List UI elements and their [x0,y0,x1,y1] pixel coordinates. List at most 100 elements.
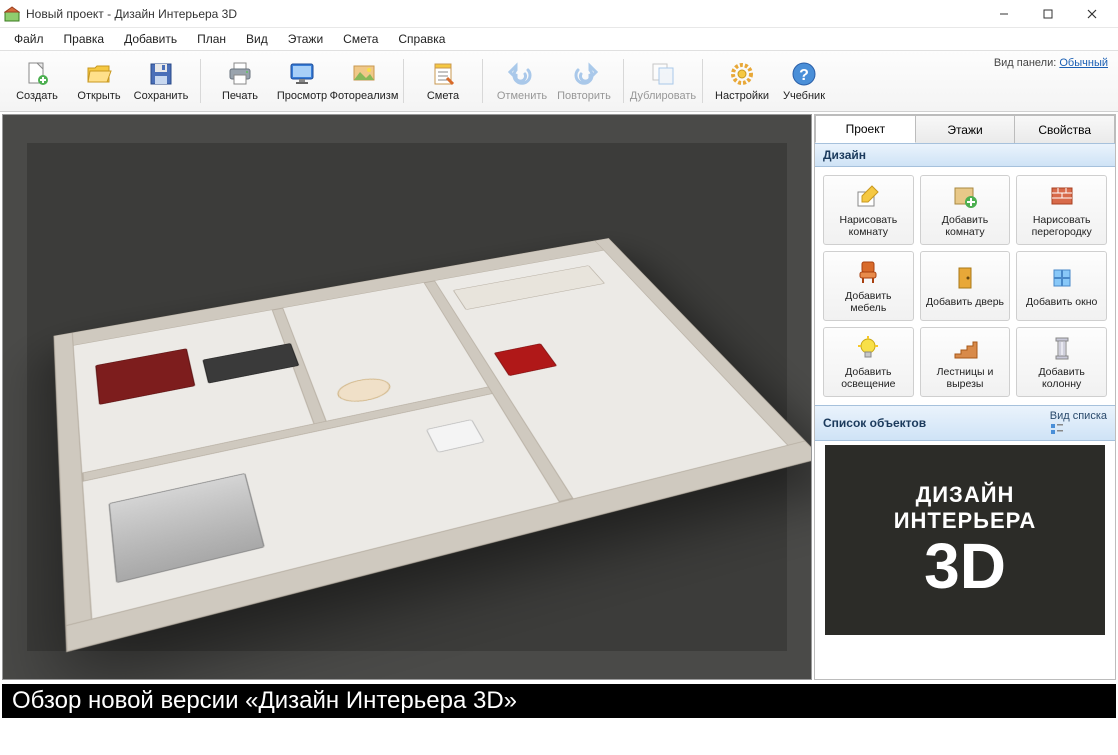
preview-button[interactable]: Просмотр [271,53,333,109]
add-door-button[interactable]: Добавить дверь [920,251,1011,321]
menu-add[interactable]: Добавить [114,29,187,49]
print-button[interactable]: Печать [209,53,271,109]
list-mode[interactable]: Вид списка [1050,410,1107,436]
toolbar-separator [482,59,483,103]
brick-wall-icon [1048,182,1076,210]
toolbar-label: Печать [222,90,258,102]
gear-icon [728,60,756,88]
side-panel: Проект Этажи Свойства Дизайн Нарисовать … [814,114,1116,680]
add-column-button[interactable]: Добавить колонну [1016,327,1107,397]
door-icon [951,264,979,292]
menu-help[interactable]: Справка [388,29,455,49]
toolbar-label: Дублировать [630,90,696,102]
toolbar-label: Настройки [715,90,769,102]
titlebar: Новый проект - Дизайн Интерьера 3D [0,0,1118,28]
monitor-icon [288,60,316,88]
add-lighting-button[interactable]: Добавить освещение [823,327,914,397]
chair-icon [854,258,882,286]
save-button[interactable]: Сохранить [130,53,192,109]
toolbar-label: Фотореализм [330,90,399,102]
list-mode-icon [1050,422,1064,436]
maximize-button[interactable] [1026,0,1070,28]
panel-mode: Вид панели: Обычный [994,57,1108,69]
design-label: Нарисовать комнату [826,214,911,238]
create-button[interactable]: Создать [6,53,68,109]
render-icon [350,60,378,88]
close-button[interactable] [1070,0,1114,28]
add-room-icon [951,182,979,210]
window-title: Новый проект - Дизайн Интерьера 3D [26,7,982,21]
viewport-3d[interactable] [2,114,812,680]
stairs-cutouts-button[interactable]: Лестницы и вырезы [920,327,1011,397]
menubar: Файл Правка Добавить План Вид Этажи Смет… [0,28,1118,50]
toolbar-separator [200,59,201,103]
tab-properties[interactable]: Свойства [1015,115,1115,143]
bulb-icon [854,334,882,362]
undo-button[interactable]: Отменить [491,53,553,109]
redo-icon [570,60,598,88]
duplicate-icon [649,60,677,88]
tab-project[interactable]: Проект [815,115,916,143]
estimate-button[interactable]: Смета [412,53,474,109]
add-window-button[interactable]: Добавить окно [1016,251,1107,321]
design-buttons-grid: Нарисовать комнату Добавить комнату Нари… [815,167,1115,405]
menu-edit[interactable]: Правка [54,29,115,49]
content: Проект Этажи Свойства Дизайн Нарисовать … [0,112,1118,682]
toolbar-label: Просмотр [277,90,327,102]
notepad-icon [429,60,457,88]
folder-open-icon [85,60,113,88]
tutorial-button[interactable]: ? Учебник [773,53,835,109]
panel-mode-label: Вид панели: [994,57,1056,69]
settings-button[interactable]: Настройки [711,53,773,109]
design-label: Лестницы и вырезы [923,366,1008,390]
toolbar-label: Смета [427,90,459,102]
photorealism-button[interactable]: Фотореализм [333,53,395,109]
help-icon: ? [790,60,818,88]
floorplan-render [27,143,787,651]
draw-room-button[interactable]: Нарисовать комнату [823,175,914,245]
redo-button[interactable]: Повторить [553,53,615,109]
design-section-header: Дизайн [815,143,1115,167]
objects-section-header: Список объектов Вид списка [815,405,1115,441]
toolbar-separator [702,59,703,103]
duplicate-button[interactable]: Дублировать [632,53,694,109]
svg-text:?: ? [799,67,809,84]
toolbar-label: Отменить [497,90,547,102]
list-mode-label: Вид списка [1050,410,1107,422]
app-icon [4,6,20,22]
minimize-button[interactable] [982,0,1026,28]
toolbar-label: Учебник [783,90,825,102]
toolbar-label: Создать [16,90,58,102]
column-icon [1048,334,1076,362]
add-furniture-button[interactable]: Добавить мебель [823,251,914,321]
promo-line1: ДИЗАЙН [916,482,1015,508]
menu-plan[interactable]: План [187,29,236,49]
toolbar-label: Повторить [557,90,611,102]
toolbar-label: Открыть [77,90,120,102]
pencil-room-icon [854,182,882,210]
add-room-button[interactable]: Добавить комнату [920,175,1011,245]
toolbar-separator [403,59,404,103]
open-button[interactable]: Открыть [68,53,130,109]
menu-floors[interactable]: Этажи [278,29,333,49]
promo-line3: 3D [924,534,1006,598]
window-icon [1048,264,1076,292]
tab-floors[interactable]: Этажи [916,115,1016,143]
printer-icon [226,60,254,88]
window-buttons [982,0,1114,28]
toolbar-label: Сохранить [134,90,189,102]
save-icon [147,60,175,88]
panel-mode-link[interactable]: Обычный [1059,57,1108,69]
design-label: Добавить окно [1026,296,1097,308]
toolbar-separator [623,59,624,103]
design-label: Добавить освещение [826,366,911,390]
draw-partition-button[interactable]: Нарисовать перегородку [1016,175,1107,245]
menu-file[interactable]: Файл [4,29,54,49]
undo-icon [508,60,536,88]
menu-estimate[interactable]: Смета [333,29,388,49]
menu-view[interactable]: Вид [236,29,278,49]
objects-area: ДИЗАЙН ИНТЕРЬЕРА 3D [815,441,1115,679]
side-tabs: Проект Этажи Свойства [815,115,1115,143]
design-label: Добавить комнату [923,214,1008,238]
objects-header-label: Список объектов [823,416,926,430]
